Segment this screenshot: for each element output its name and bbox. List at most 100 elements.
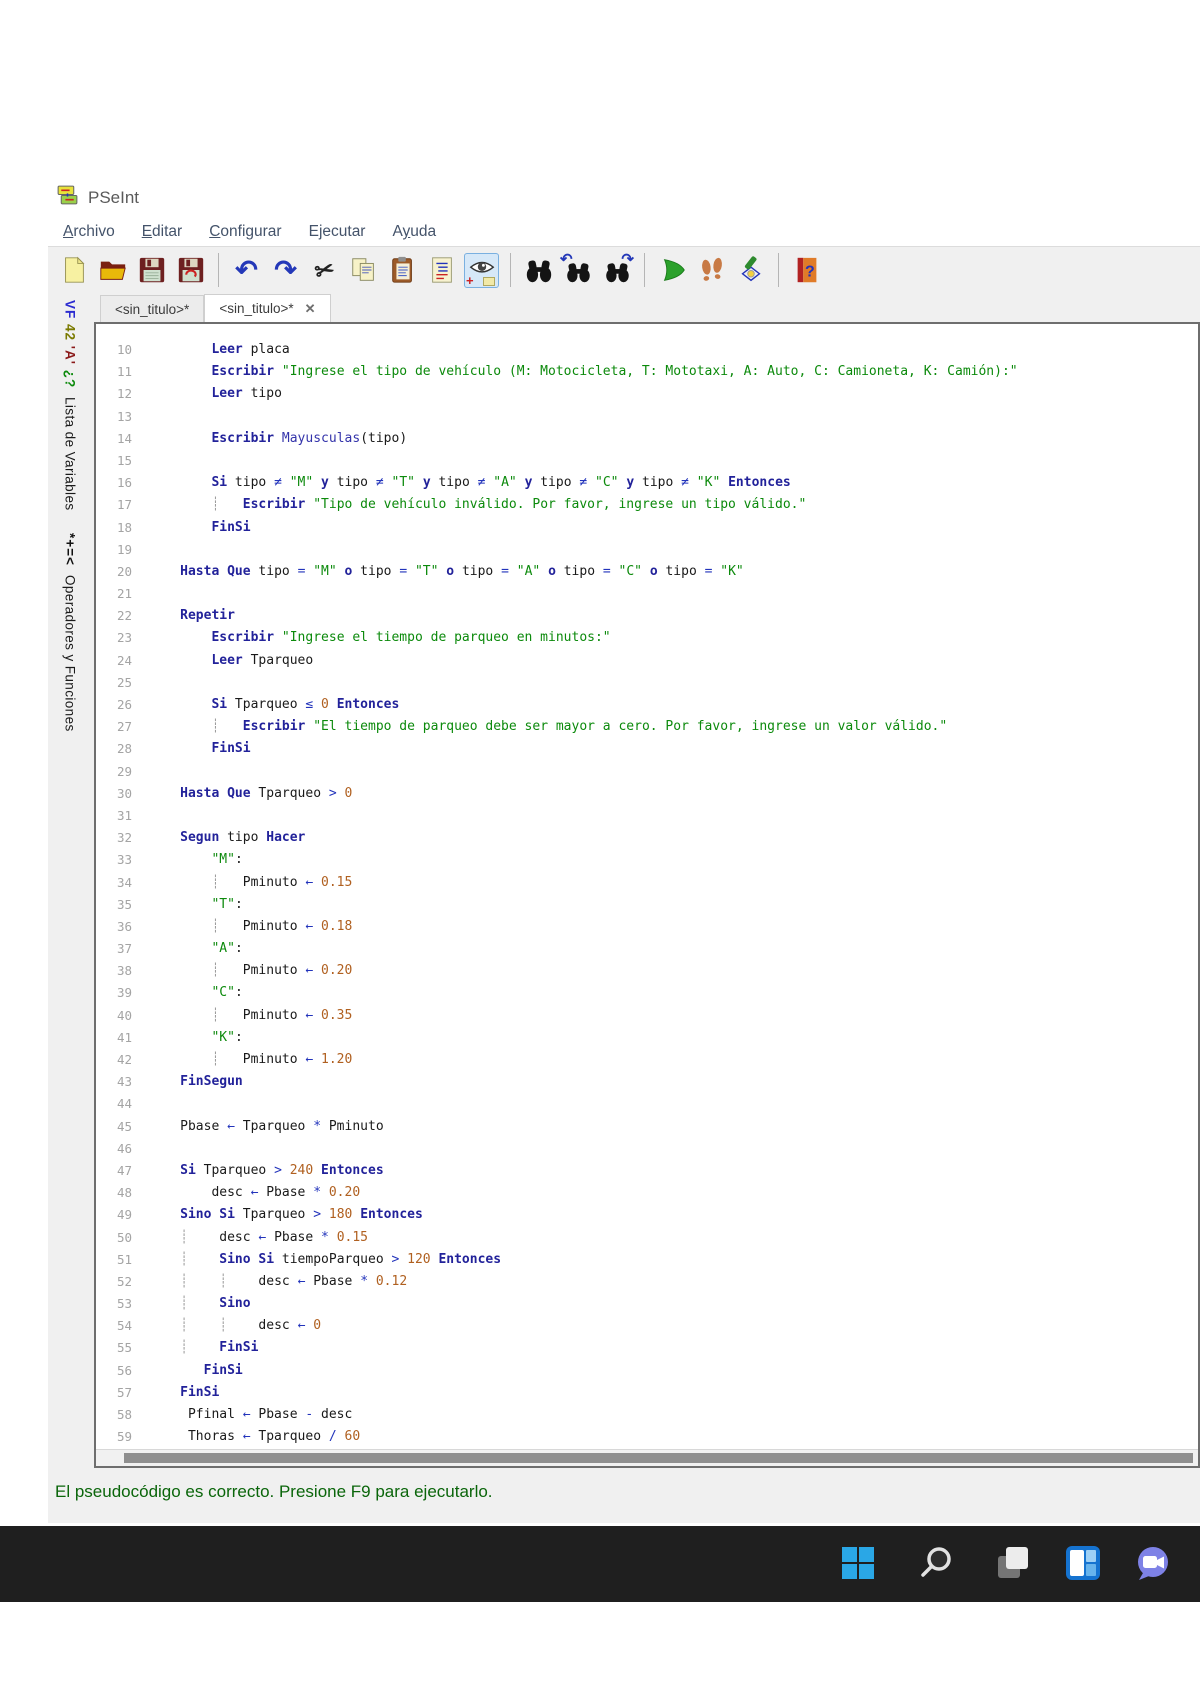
code-lines: 10 Leer placa 11 Escribir "Ingrese el tip… [96, 324, 1198, 1450]
menu-ejecutar[interactable]: Ejecutar [309, 223, 366, 241]
line-number: 13 [116, 408, 132, 424]
toolbar: ↶ ↷ ✂ + ↶ ↷? [55, 249, 823, 291]
menu-configurar[interactable]: Configurar [209, 223, 281, 241]
find-icon[interactable] [522, 254, 555, 287]
line-number: 57 [116, 1384, 132, 1400]
line-number: 34 [116, 874, 132, 890]
code-line: 43 FinSegun [96, 1071, 1198, 1093]
tab-label: <sin_titulo>* [219, 301, 294, 316]
code-line: 57 FinSi [96, 1382, 1198, 1404]
syntax-eye-icon[interactable]: + [464, 252, 499, 288]
scrollbar-thumb[interactable] [124, 1453, 1193, 1463]
taskbar [0, 1526, 1200, 1602]
editor-tab-2[interactable]: <sin_titulo>* ✕ [204, 294, 331, 322]
sidebar-tab-lista-de-variables[interactable]: VF 42 'A' ¿? Lista de Variables [63, 300, 78, 511]
code-line: 50 ┊ desc ← Pbase * 0.15 [96, 1227, 1198, 1249]
toolbar-separator [778, 253, 779, 287]
line-number: 50 [116, 1229, 132, 1245]
code-line: 37 "A": [96, 938, 1198, 960]
code-line: 48 desc ← Pbase * 0.20 [96, 1182, 1198, 1204]
format-icon[interactable] [425, 254, 458, 287]
line-number: 16 [116, 475, 132, 491]
task-view-icon[interactable] [993, 1543, 1033, 1583]
code-line: 46 [96, 1138, 1198, 1160]
search-icon[interactable] [917, 1543, 957, 1583]
line-number: 26 [116, 697, 132, 712]
code-line: 52 ┊ ┊ desc ← Pbase * 0.12 [96, 1271, 1198, 1293]
code-line: 55 ┊ FinSi [96, 1337, 1198, 1359]
code-line: 25 [96, 672, 1198, 694]
toolbar-separator [218, 253, 219, 287]
tab-close-icon[interactable]: ✕ [305, 301, 316, 317]
sidebar: VF 42 'A' ¿? Lista de Variables *+=< Oper… [48, 300, 92, 731]
new-file-icon[interactable] [57, 254, 90, 287]
line-number: 27 [116, 719, 132, 735]
code-line: 40 ┊ Pminuto ← 0.35 [96, 1005, 1198, 1027]
find-prev-icon[interactable]: ↶ [560, 251, 594, 287]
step-icon[interactable] [695, 254, 728, 287]
code-line: 59 Thoras ← Tparqueo / 60 [96, 1426, 1198, 1448]
code-line: 54 ┊ ┊ desc ← 0 [96, 1315, 1198, 1337]
line-number: 23 [116, 630, 132, 646]
undo-icon[interactable]: ↶ [230, 254, 263, 287]
code-line: 31 [96, 805, 1198, 827]
line-number: 43 [116, 1074, 132, 1090]
code-line: 44 [96, 1093, 1198, 1115]
paste-icon[interactable] [386, 254, 419, 287]
code-line: 15 [96, 450, 1198, 472]
run-icon[interactable] [656, 254, 689, 287]
tab-label: <sin_titulo>* [115, 301, 190, 317]
code-line: 51 ┊ Sino Si tiempoParqueo > 120 Entonce… [96, 1249, 1198, 1271]
line-number: 48 [116, 1185, 132, 1201]
code-line: 42 ┊ Pminuto ← 1.20 [96, 1049, 1198, 1071]
start-button[interactable] [838, 1543, 878, 1583]
copy-icon[interactable] [347, 254, 380, 287]
line-number: 51 [116, 1251, 132, 1267]
code-line: 20 Hasta Que tipo = "M" o tipo = "T" o t… [96, 561, 1198, 583]
code-line: 24 Leer Tparqueo [96, 650, 1198, 672]
help-icon[interactable]: ? [790, 254, 823, 287]
code-line: 49 Sino Si Tparqueo > 180 Entonces [96, 1204, 1198, 1226]
line-number: 15 [116, 452, 132, 468]
line-number: 22 [116, 608, 132, 624]
line-number: 38 [116, 963, 132, 979]
flowchart-icon[interactable] [734, 254, 767, 287]
line-number: 14 [116, 430, 132, 446]
line-number: 30 [116, 785, 132, 801]
open-folder-icon[interactable] [96, 254, 129, 287]
code-line: 41 "K": [96, 1027, 1198, 1049]
save-all-icon[interactable] [174, 254, 207, 287]
titlebar: PSeInt [55, 183, 139, 213]
cut-icon[interactable]: ✂ [308, 254, 341, 287]
code-line: 53 ┊ Sino [96, 1293, 1198, 1315]
chat-icon[interactable] [1133, 1543, 1173, 1583]
line-number: 35 [116, 896, 132, 912]
sidebar-tab-icon: VF 42 'A' ¿? [62, 300, 78, 389]
line-number: 10 [116, 342, 132, 357]
code-line: 35 "T": [96, 894, 1198, 916]
line-number: 52 [116, 1273, 132, 1289]
find-next-icon[interactable]: ↷ [600, 251, 634, 287]
redo-icon[interactable]: ↷ [269, 254, 302, 287]
code-line: 19 [96, 539, 1198, 561]
sidebar-tab-operadores-y-funciones[interactable]: *+=< Operadores y Funciones [63, 533, 78, 732]
code-line: 58 Pfinal ← Pbase - desc [96, 1404, 1198, 1426]
line-number: 41 [116, 1029, 132, 1045]
editor-tab-1[interactable]: <sin_titulo>* [100, 295, 205, 322]
line-number: 55 [116, 1340, 132, 1356]
code-line: 34 ┊ Pminuto ← 0.15 [96, 872, 1198, 894]
menu-ayuda[interactable]: Ayuda [392, 223, 436, 241]
save-icon[interactable] [135, 254, 168, 287]
code-line: 32 Segun tipo Hacer [96, 827, 1198, 849]
line-number: 44 [116, 1096, 132, 1112]
tabbar: <sin_titulo>* <sin_titulo>* ✕ [100, 294, 331, 322]
horizontal-scrollbar[interactable] [96, 1449, 1198, 1466]
code-line: 11 Escribir "Ingrese el tipo de vehículo… [96, 361, 1198, 383]
code-line: 16 Si tipo ≠ "M" y tipo ≠ "T" y tipo ≠ "… [96, 472, 1198, 494]
widgets-icon[interactable] [1063, 1543, 1103, 1583]
sidebar-tab-label: Operadores y Funciones [62, 574, 78, 732]
code-line: 18 FinSi [96, 517, 1198, 539]
menu-editar[interactable]: Editar [142, 223, 183, 241]
menu-archivo[interactable]: Archivo [63, 223, 115, 241]
code-editor[interactable]: 10 Leer placa 11 Escribir "Ingrese el tip… [94, 322, 1200, 1468]
